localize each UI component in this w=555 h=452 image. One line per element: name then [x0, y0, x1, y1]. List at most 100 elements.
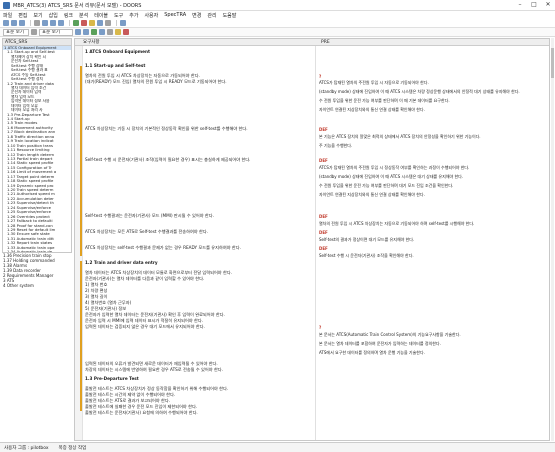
- graphics-icon[interactable]: [99, 29, 105, 35]
- outline-icon[interactable]: [75, 29, 81, 35]
- menu-item[interactable]: 도움말: [223, 12, 237, 19]
- menu-item[interactable]: 파일: [3, 12, 12, 19]
- requirement-text: Self-test 수행 시 운전자(기관사) 조작(입력이 필요한 경우) 표…: [85, 157, 251, 162]
- pre-text: 본 문서는 ATCS(Automatic Train Control Syste…: [319, 332, 461, 337]
- menu-item[interactable]: 도구: [114, 12, 123, 19]
- column-header-pre[interactable]: PRE: [321, 39, 330, 46]
- menu-item[interactable]: SpecTRA: [164, 12, 186, 18]
- section-heading: 1.3 Pre-Departure Test: [85, 376, 139, 381]
- menu-item[interactable]: 편집: [18, 12, 27, 19]
- change-bar-icon[interactable]: [123, 29, 129, 35]
- toolbar-divider: [30, 20, 31, 26]
- toolbar-divider: [69, 20, 70, 26]
- pre-text: 수 전원 투입을 위한 운전 가능 여부를 판단하며 대기 모드 진입 조건을 …: [319, 183, 454, 188]
- tree-header: ATCS_SRS: [3, 39, 71, 46]
- new-icon[interactable]: [3, 20, 9, 26]
- document-view[interactable]: 요구사항 PRE 1 ATCS Onboard Equipment 1.1 Sta…: [74, 38, 550, 441]
- requirement-text: 출발전 테스트는 ATS로 결과가 보고되어야 한다.: [85, 398, 171, 403]
- pre-text: 본 기능은 ATCS 장치의 알맞은 최적의 상태에서 ATCS 장치의 안정성…: [319, 134, 481, 139]
- scrollbar-thumb[interactable]: [551, 48, 554, 78]
- menu-bar: 파일 편집 보기 삽입 링크 분석 테이블 도구 추가 사용자 SpecTRA 변경 관리 도움말: [0, 11, 555, 19]
- requirement-text: 운전자(기관사)는 열차 데이터를 다음과 같이 입력할 수 있어야 한다.: [85, 276, 205, 281]
- highlight-icon[interactable]: [115, 29, 121, 35]
- menu-item[interactable]: 분석: [79, 12, 88, 19]
- maximize-button[interactable]: □: [527, 0, 541, 10]
- sort-icon[interactable]: [105, 20, 111, 26]
- open-icon[interactable]: [11, 20, 17, 26]
- section-heading: 1.2 Train and driver data entry: [85, 260, 158, 265]
- requirement-text: 열차 데이터는 ATCS 차상장치의 데이터 모듈로 화면으로부터 전달 입력되…: [85, 270, 233, 275]
- menu-item[interactable]: 추가: [129, 12, 138, 19]
- copy-icon[interactable]: [50, 20, 56, 26]
- save-icon[interactable]: [19, 20, 25, 26]
- status-state: 폭증 정상 작업: [58, 445, 87, 451]
- change-bar: [80, 261, 82, 411]
- requirement-text: (대기(READY) 모드 진입) 열차의 전원 투입 시 READY 모드로 …: [85, 79, 227, 84]
- filter-combo[interactable]: 표준 보기: [39, 28, 73, 36]
- change-gutter: [75, 46, 83, 440]
- pre-text: (standby mode) 상태에 진입하여 이 때 ATCS 시스템은 차량…: [319, 89, 520, 94]
- section-heading: 1.1 Start-up and Self-test: [85, 63, 146, 68]
- pre-text: ATCS가 탑재된 열차의 주전원 투입 시 자동으로 기동되어야 한다.: [319, 80, 429, 85]
- requirement-text: ATCS 차상장치는 모든 ATS로 Self-test 수행결과를 전송하여야…: [85, 229, 209, 234]
- level-icon[interactable]: [91, 29, 97, 35]
- insert-object-icon[interactable]: [73, 20, 79, 26]
- requirement-text: 열차의 전원 투입 시 ATCS 차상장치는 자동으로 가동되어야 한다.: [85, 73, 200, 78]
- view-combo[interactable]: 표준 보기: [3, 28, 29, 36]
- pre-text: 자이언트 연결된 지상장치와의 통신 연결 상태를 확인해야 한다.: [319, 192, 425, 197]
- pre-text: ATS에서 요구한 데이터를 정의하며 열차 운행 기능을 기술한다.: [319, 350, 425, 355]
- menu-item[interactable]: 변경: [192, 12, 201, 19]
- requirement-text: 운전자가 입력한 열차 데이터는 운전자(기관사) 확인 후 입력이 완료되어야…: [85, 312, 225, 317]
- explorer-tree-bottom: 1.36 Precision train stop 1.37 Holding co…: [2, 253, 72, 288]
- pre-text: Self-test 수행 시 운전자(기관사) 조작을 확인해야 한다.: [319, 253, 414, 258]
- pre-text: ATCS가 탑재된 열차의 주전원 투입 시 정상동작 여부를 확인하는 과정이…: [319, 165, 470, 170]
- close-button[interactable]: ✕: [541, 0, 555, 10]
- requirement-text: 3) 열차 길이: [85, 294, 108, 299]
- requirement-text: 출발전 테스트에 실패한 경우 운전 모드 진입이 제한되어야 한다.: [85, 404, 198, 409]
- toolbar: [0, 19, 555, 28]
- tree-item[interactable]: 4 Other system: [2, 283, 72, 288]
- menu-item[interactable]: 삽입: [49, 12, 58, 19]
- delete-icon[interactable]: [81, 20, 87, 26]
- pre-tag: DEF: [319, 246, 328, 251]
- help-icon[interactable]: [120, 20, 126, 26]
- table-icon[interactable]: [107, 29, 113, 35]
- status-user: 사용자 그룹 : pilotbox: [4, 445, 49, 451]
- link-icon[interactable]: [89, 20, 95, 26]
- requirement-text: 운전자 입력 시 MMI에 입력 데이터 표시가 적절히 유지되어야 한다.: [85, 318, 204, 323]
- pre-text: (standby mode) 상태에 진입하여 이 때 ATCS 시스템은 대기…: [319, 174, 464, 179]
- title-bar: MBR_ATCS(3) ATCS_SRS 문서 리뷰(문서 모델) - DOOR…: [0, 0, 555, 11]
- menu-item[interactable]: 테이블: [94, 12, 108, 19]
- pre-text: Self-test의 결과가 정상이면 대기 모드를 유지해야 한다.: [319, 237, 415, 242]
- requirement-text: ATCS 차상장치는 self-test 수행결과 문제가 없는 경우 READ…: [85, 245, 241, 250]
- requirement-text: 1) 열차 번호: [85, 282, 108, 287]
- pre-text: 자이언트 연결된 지상장치와의 통신 연결 상태를 확인해야 한다.: [319, 107, 425, 112]
- pre-text: 열차의 전원 투입 시 ATCS 차상장치는 자동으로 기동되어야 하며 sel…: [319, 221, 475, 226]
- pre-text: 수 전원 투입을 위한 운전 가능 여부를 판단하며 이 때 기본 데이터를 요…: [319, 98, 450, 103]
- print-icon[interactable]: [34, 20, 40, 26]
- column-header: 요구사항 PRE: [75, 39, 549, 46]
- menu-item[interactable]: 링크: [64, 12, 73, 19]
- pre-tag: DEF: [319, 214, 328, 219]
- requirement-text: ATCS 차상장치는 기동 시 장치의 기본적인 정상동작 확인을 위한 sel…: [85, 126, 248, 131]
- column-header-requirement[interactable]: 요구사항: [83, 39, 100, 46]
- cut-icon[interactable]: [42, 20, 48, 26]
- expand-icon[interactable]: [83, 29, 89, 35]
- vertical-scrollbar[interactable]: [551, 38, 554, 441]
- menu-item[interactable]: 보기: [33, 12, 42, 19]
- minimize-button[interactable]: –: [513, 0, 527, 10]
- requirement-text: 차장의 데이터는 시스템에 반영하여 필요한 경우 ATS로 전송될 수 있어야…: [85, 367, 223, 372]
- pre-tag: DEF: [319, 230, 328, 235]
- menu-item[interactable]: 관리: [207, 12, 216, 19]
- pre-tag: DEF: [319, 127, 328, 132]
- requirement-text: 출발전 테스트는 시간의 제약 없이 수행되어야 한다.: [85, 392, 176, 397]
- menu-item[interactable]: 사용자: [144, 12, 158, 19]
- change-bar: [80, 66, 82, 256]
- pre-tag: DEF: [319, 158, 328, 163]
- requirement-text: 2) 차량 편성: [85, 288, 108, 293]
- explorer-tree[interactable]: ATCS_SRS 1 ATCS Onboard Equipment 1.1 Sta…: [2, 38, 72, 253]
- requirement-text: Self-test 수행결과는 운전자(기관사) 모드 (MMI) 판시될 수 …: [85, 213, 214, 218]
- view-options-icon[interactable]: [31, 29, 37, 35]
- filter-icon[interactable]: [97, 20, 103, 26]
- paste-icon[interactable]: [58, 20, 64, 26]
